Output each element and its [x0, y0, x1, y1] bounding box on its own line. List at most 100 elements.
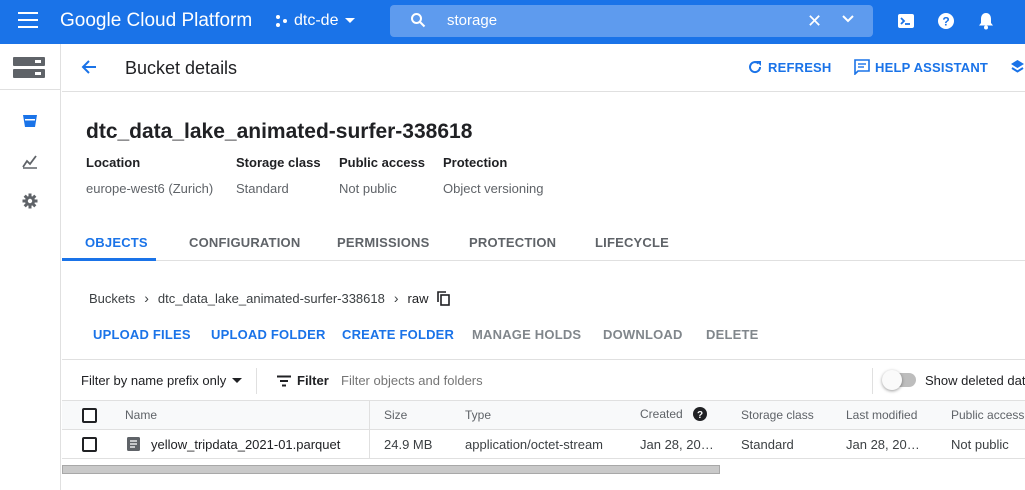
row-checkbox[interactable] — [82, 437, 97, 452]
tab-lifecycle[interactable]: LIFECYCLE — [595, 235, 669, 250]
meta-label: Public access — [339, 155, 425, 170]
cell-last-modified: Jan 28, 20… — [846, 437, 920, 452]
column-divider — [369, 430, 370, 459]
caret-down-icon — [232, 377, 243, 383]
cloud-shell-icon[interactable] — [896, 11, 916, 31]
upload-files-button[interactable]: UPLOAD FILES — [93, 327, 191, 342]
filter-button[interactable]: Filter — [277, 373, 329, 388]
refresh-button[interactable]: REFRESH — [747, 59, 832, 75]
divider — [872, 368, 873, 394]
meta-storage-class: Storage class Standard — [236, 155, 321, 196]
nav-buckets[interactable] — [0, 102, 60, 140]
breadcrumb-bucket[interactable]: dtc_data_lake_animated-surfer-338618 — [158, 291, 385, 306]
tab-protection[interactable]: PROTECTION — [469, 235, 556, 250]
clear-search-icon[interactable]: ✕ — [807, 11, 822, 32]
project-selector[interactable]: dtc-de — [274, 12, 356, 30]
column-divider — [369, 401, 370, 430]
object-name-link[interactable]: yellow_tripdata_2021-01.parquet — [151, 437, 340, 452]
tab-bar: OBJECTS CONFIGURATION PERMISSIONS PROTEC… — [62, 225, 1025, 261]
search-box[interactable]: storage ✕ — [390, 5, 873, 37]
chevron-right-icon: › — [144, 290, 149, 306]
meta-value: Object versioning — [443, 181, 544, 196]
notifications-icon[interactable] — [976, 11, 996, 31]
filter-label: Filter — [297, 373, 329, 388]
column-header-storage-class[interactable]: Storage class — [741, 408, 814, 422]
project-name: dtc-de — [294, 12, 339, 29]
page-header: Bucket details REFRESH HELP ASSISTANT — [62, 44, 1025, 92]
select-all-checkbox[interactable] — [82, 408, 97, 423]
column-header-public-access[interactable]: Public access — [951, 408, 1024, 422]
table-row[interactable]: yellow_tripdata_2021-01.parquet 24.9 MB … — [62, 430, 1025, 459]
breadcrumb: Buckets › dtc_data_lake_animated-surfer-… — [89, 290, 451, 306]
upload-folder-button[interactable]: UPLOAD FOLDER — [211, 327, 326, 342]
svg-text:?: ? — [697, 410, 703, 421]
app-title[interactable]: Google Cloud Platform — [60, 10, 252, 32]
active-tab-indicator — [62, 258, 156, 261]
filter-icon — [277, 375, 291, 386]
cell-public-access: Not public — [951, 437, 1009, 452]
tab-configuration[interactable]: CONFIGURATION — [189, 235, 300, 250]
refresh-icon — [749, 61, 762, 74]
prefix-filter-dropdown[interactable]: Filter by name prefix only — [81, 373, 243, 388]
project-dots-icon — [276, 15, 287, 27]
tab-permissions[interactable]: PERMISSIONS — [337, 235, 430, 250]
horizontal-scrollbar[interactable] — [62, 465, 720, 474]
divider — [256, 368, 257, 394]
nav-monitoring[interactable] — [0, 142, 60, 180]
column-header-size[interactable]: Size — [384, 408, 407, 422]
meta-label: Protection — [443, 155, 508, 170]
cell-created: Jan 28, 20… — [640, 437, 714, 452]
download-button[interactable]: DOWNLOAD — [603, 327, 683, 342]
meta-public-access: Public access Not public — [339, 155, 425, 196]
chevron-right-icon: › — [393, 290, 399, 306]
side-nav — [0, 44, 61, 490]
cell-size: 24.9 MB — [384, 437, 433, 452]
menu-icon[interactable] — [18, 12, 38, 30]
help-assistant-icon — [854, 59, 870, 75]
meta-value: europe-west6 (Zurich) — [86, 181, 214, 196]
nav-settings[interactable] — [0, 182, 60, 220]
prefix-filter-label: Filter by name prefix only — [81, 373, 227, 388]
meta-label: Location — [86, 155, 141, 170]
search-icon — [411, 13, 426, 28]
filter-bar: Filter by name prefix only Filter Filter… — [62, 359, 1025, 401]
show-deleted-label: Show deleted data — [925, 373, 1025, 388]
file-icon — [127, 437, 140, 451]
svg-text:?: ? — [942, 15, 949, 29]
page-title: Bucket details — [125, 58, 238, 78]
gear-icon — [22, 193, 38, 209]
chart-icon — [22, 155, 37, 169]
back-arrow-icon[interactable] — [80, 58, 98, 76]
cell-storage-class: Standard — [741, 437, 794, 452]
column-header-name[interactable]: Name — [125, 408, 157, 422]
storage-product-icon[interactable] — [0, 44, 60, 90]
breadcrumb-buckets[interactable]: Buckets — [89, 291, 135, 306]
meta-value: Standard — [236, 181, 289, 196]
filter-input[interactable]: Filter objects and folders — [341, 373, 483, 388]
meta-value: Not public — [339, 181, 397, 196]
refresh-label: REFRESH — [768, 59, 832, 75]
show-deleted-toggle[interactable] — [882, 370, 916, 390]
create-folder-button[interactable]: CREATE FOLDER — [342, 327, 454, 342]
help-icon[interactable]: ? — [692, 407, 707, 421]
toggle-knob — [882, 370, 902, 390]
meta-protection: Protection Object versioning — [443, 155, 543, 196]
column-header-created-label: Created — [640, 407, 683, 421]
chevron-down-icon[interactable] — [840, 11, 856, 27]
delete-button[interactable]: DELETE — [706, 327, 758, 342]
column-header-type[interactable]: Type — [465, 408, 491, 422]
help-icon[interactable]: ? — [936, 11, 956, 31]
help-assistant-button[interactable]: HELP ASSISTANT — [854, 59, 988, 75]
learn-icon[interactable] — [1010, 59, 1025, 75]
column-header-created[interactable]: Created ? — [640, 407, 707, 421]
manage-holds-button[interactable]: MANAGE HOLDS — [472, 327, 581, 342]
search-input[interactable]: storage — [447, 12, 497, 29]
caret-down-icon — [345, 18, 356, 23]
cell-type: application/octet-stream — [465, 437, 604, 452]
tab-objects[interactable]: OBJECTS — [85, 235, 148, 250]
help-assistant-label: HELP ASSISTANT — [875, 59, 989, 75]
storage-icon — [13, 57, 45, 78]
table-header: Name Size Type Created ? Storage class L… — [62, 401, 1025, 430]
column-header-last-modified[interactable]: Last modified — [846, 408, 917, 422]
copy-icon[interactable] — [437, 290, 451, 306]
